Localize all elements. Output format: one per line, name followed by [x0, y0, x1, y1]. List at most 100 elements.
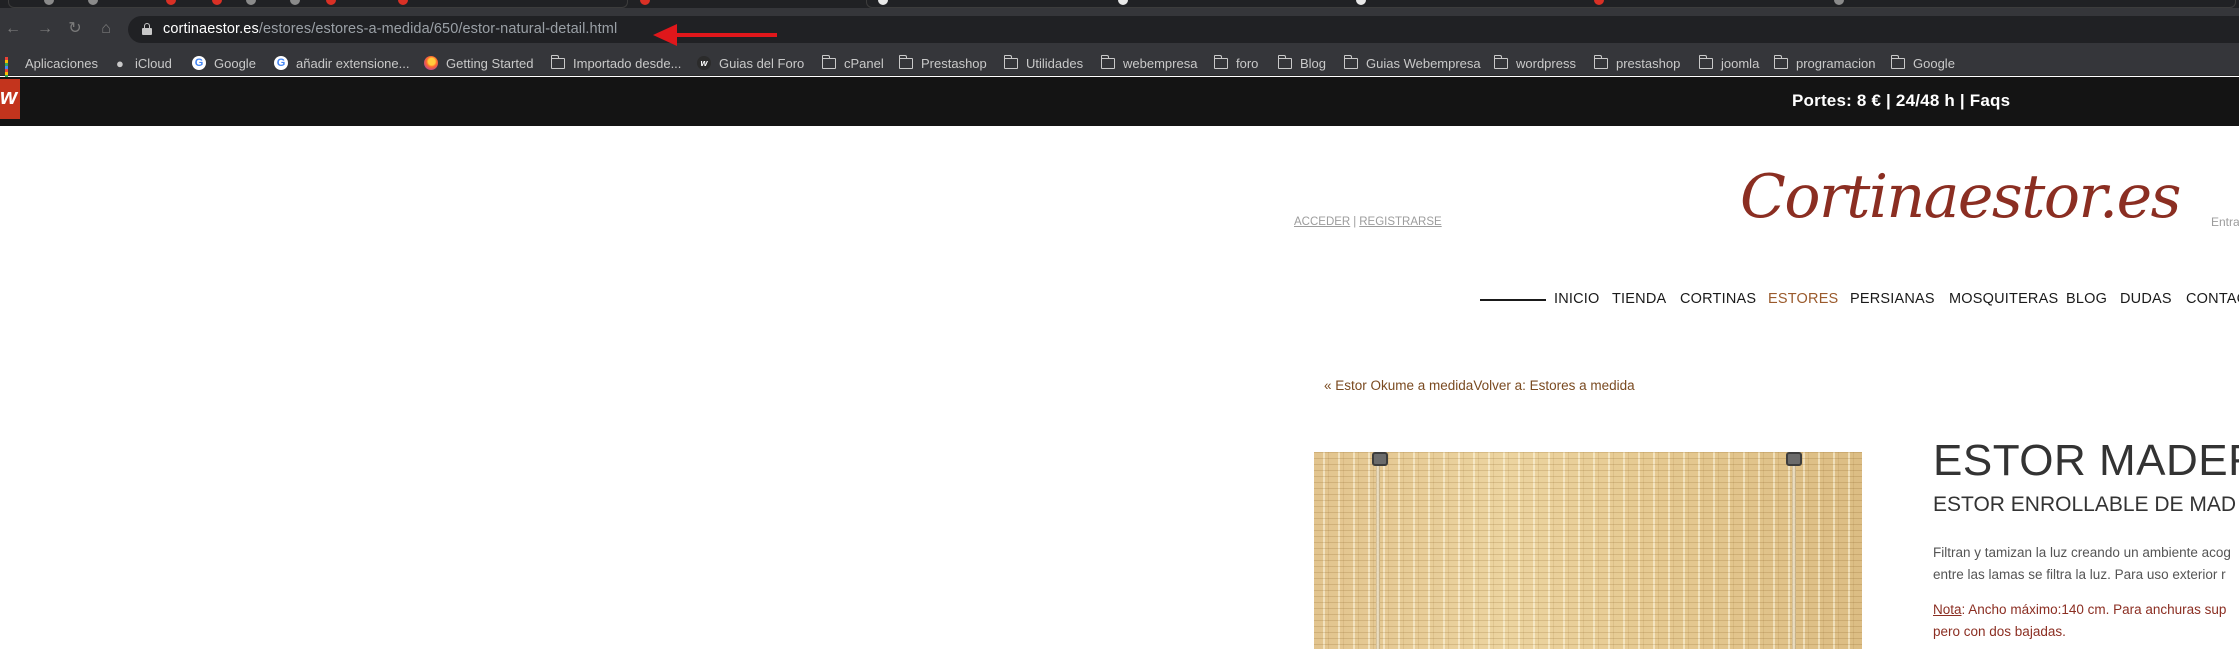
bookmark-prestashop-2[interactable]: prestashop: [1593, 54, 1681, 72]
auth-separator: |: [1353, 216, 1357, 228]
folder-icon: [1890, 54, 1905, 69]
bookmark-label: Guias del Foro: [719, 55, 805, 71]
url-text[interactable]: cortinaestor.es/estores/estores-a-medida…: [163, 21, 617, 37]
bookmark-anadir-extensiones[interactable]: G añadir extensione...: [274, 54, 409, 72]
bookmark-blog[interactable]: Blog: [1277, 54, 1326, 72]
bookmark-label: Prestashop: [921, 55, 987, 71]
bookmark-google[interactable]: G Google: [192, 54, 256, 72]
firefox-icon: [424, 56, 438, 70]
folder-icon: [898, 54, 913, 69]
bookmark-wordpress[interactable]: wordpress: [1493, 54, 1576, 72]
lock-icon[interactable]: [142, 23, 152, 35]
blind-cord: [1376, 452, 1380, 649]
nav-item-contacto[interactable]: CONTAC: [2186, 291, 2239, 307]
tab-favicon: [640, 0, 650, 5]
product-image[interactable]: [1314, 452, 1862, 649]
bookmark-label: webempresa: [1123, 55, 1198, 71]
bookmark-webempresa[interactable]: webempresa: [1100, 54, 1198, 72]
register-link[interactable]: REGISTRARSE: [1359, 216, 1441, 228]
nav-rule: [1480, 299, 1546, 301]
bookmark-guias-webempresa[interactable]: Guias Webempresa: [1343, 54, 1481, 72]
entrar-link[interactable]: Entra: [2211, 215, 2239, 229]
folder-icon: [1277, 54, 1292, 69]
product-nav-links: « Estor Okume a medidaVolver a: Estores …: [1324, 378, 1635, 393]
bookmark-utilidades[interactable]: Utilidades: [1003, 54, 1084, 72]
nav-item-inicio[interactable]: INICIO: [1554, 291, 1600, 307]
nav-item-persianas[interactable]: PERSIANAS: [1850, 291, 1935, 307]
apps-grid-icon: [5, 57, 17, 84]
url-host: cortinaestor.es: [163, 21, 259, 37]
prev-product-link[interactable]: « Estor Okume a medida: [1324, 378, 1473, 393]
folder-icon: [1213, 54, 1228, 69]
blind-clip: [1372, 452, 1388, 466]
bookmark-label: foro: [1236, 55, 1259, 71]
bookmark-label: Utilidades: [1026, 55, 1084, 71]
address-bar[interactable]: cortinaestor.es/estores/estores-a-medida…: [128, 16, 2239, 43]
bookmark-aplicaciones[interactable]: Aplicaciones: [5, 54, 98, 84]
bookmark-guias-foro[interactable]: w Guias del Foro: [697, 54, 804, 72]
bookmark-label: Importado desde...: [573, 55, 682, 71]
nav-item-estores[interactable]: ESTORES: [1768, 291, 1838, 307]
tab-group[interactable]: [866, 0, 2236, 8]
browser-toolbar: ← → ↻ ⌂ cortinaestor.es/estores/estores-…: [0, 8, 2239, 50]
active-tab[interactable]: [8, 0, 628, 8]
back-arrow-icon[interactable]: ←: [2, 18, 24, 40]
bookmark-cpanel[interactable]: cPanel: [821, 54, 884, 72]
bookmark-label: añadir extensione...: [296, 55, 410, 71]
annotation-arrow-icon: [653, 24, 777, 46]
bookmark-label: prestashop: [1616, 55, 1681, 71]
bookmark-programacion[interactable]: programacion: [1773, 54, 1876, 72]
description-line: Filtran y tamizan la luz creando un ambi…: [1933, 545, 2231, 560]
folder-icon: [1593, 54, 1608, 69]
description-line: entre las lamas se filtra la luz. Para u…: [1933, 567, 2226, 582]
nav-item-tienda[interactable]: TIENDA: [1612, 291, 1666, 307]
url-path: /estores/estores-a-medida/650/estor-natu…: [258, 21, 618, 37]
product-title: ESTOR MADER: [1933, 436, 2239, 485]
bookmark-foro[interactable]: foro: [1213, 54, 1259, 72]
bookmark-label: Google: [1913, 55, 1955, 71]
bookmark-prestashop[interactable]: Prestashop: [898, 54, 987, 72]
auth-links: ACCEDER | REGISTRARSE: [1294, 216, 1442, 228]
apple-icon: ●: [116, 55, 124, 71]
reload-icon[interactable]: ↻: [64, 18, 86, 40]
folder-icon: [1493, 54, 1508, 69]
google-icon: G: [274, 56, 288, 70]
back-to-category-link[interactable]: Volver a: Estores a medida: [1473, 378, 1634, 393]
home-icon[interactable]: ⌂: [95, 18, 117, 40]
nav-item-dudas[interactable]: DUDAS: [2120, 291, 2172, 307]
product-note: Nota: Ancho máximo:140 cm. Para anchuras…: [1933, 599, 2226, 643]
bookmark-google-folder[interactable]: Google: [1890, 54, 1955, 72]
blind-clip: [1786, 452, 1802, 466]
nav-item-mosquiteras[interactable]: MOSQUITERAS: [1949, 291, 2058, 307]
webempresa-badge[interactable]: w: [0, 79, 20, 119]
folder-icon: [1100, 54, 1115, 69]
folder-icon: [1773, 54, 1788, 69]
bookmark-label: cPanel: [844, 55, 884, 71]
bookmark-icloud[interactable]: ● iCloud: [116, 54, 172, 72]
webempresa-icon: w: [697, 56, 711, 70]
bookmark-label: wordpress: [1516, 55, 1576, 71]
bookmark-label: Getting Started: [446, 55, 534, 71]
product-description: Filtran y tamizan la luz creando un ambi…: [1933, 542, 2231, 586]
shipping-info[interactable]: Portes: 8 € | 24/48 h | Faqs: [1792, 91, 2010, 111]
bookmark-label: joomla: [1721, 55, 1760, 71]
site-logo[interactable]: Cortinaestor.es: [1740, 162, 2181, 232]
bookmark-label: Guias Webempresa: [1366, 55, 1481, 71]
site-top-bar: w Portes: 8 € | 24/48 h | Faqs: [0, 77, 2239, 126]
folder-icon: [550, 54, 565, 69]
bookmark-label: Google: [214, 55, 256, 71]
bookmark-label: iCloud: [135, 55, 172, 71]
tab-strip: [0, 0, 2239, 8]
forward-arrow-icon[interactable]: →: [34, 18, 56, 40]
bookmark-getting-started[interactable]: Getting Started: [424, 54, 533, 72]
bookmark-joomla[interactable]: joomla: [1698, 54, 1760, 72]
blind-cord: [1792, 452, 1796, 649]
note-label: Nota: [1933, 602, 1962, 617]
bookmark-importado[interactable]: Importado desde...: [550, 54, 682, 72]
login-link[interactable]: ACCEDER: [1294, 216, 1350, 228]
folder-icon: [1698, 54, 1713, 69]
bookmarks-bar: Aplicaciones ● iCloud G Google G añadir …: [0, 50, 2239, 84]
note-text: pero con dos bajadas.: [1933, 624, 2066, 639]
nav-item-cortinas[interactable]: CORTINAS: [1680, 291, 1756, 307]
nav-item-blog[interactable]: BLOG: [2066, 291, 2107, 307]
